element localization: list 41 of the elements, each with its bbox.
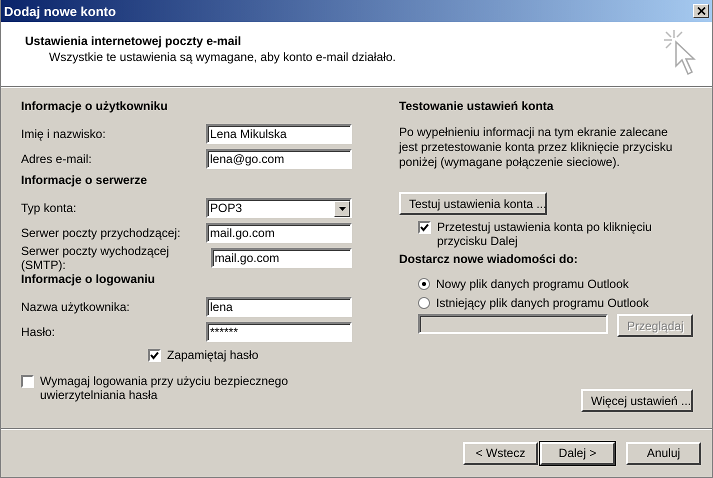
radio-label: Nowy plik danych programu Outlook	[436, 276, 629, 290]
checkbox[interactable]	[418, 221, 431, 234]
input-field[interactable]	[418, 314, 608, 334]
input-field[interactable]: lena@go.com	[206, 148, 352, 168]
wizard-button[interactable]: < Wstecz	[463, 442, 538, 464]
close-button[interactable]	[693, 4, 709, 18]
info-text: Po wypełnieniu informacji na tym ekranie zalecane jest przetestowanie konta przez kliknięcie przycisku poniżej (wymagane połączenie sieciowe).	[399, 125, 674, 170]
checkbox[interactable]	[21, 375, 34, 388]
section-heading: Testowanie ustawień konta	[399, 98, 554, 115]
page-subtitle: Wszystkie te ustawienia są wymagane, aby konto e-mail działało.	[49, 50, 396, 64]
input-field[interactable]: Lena Mikulska	[206, 124, 352, 144]
section-heading: Informacje o logowaniu	[21, 272, 156, 288]
input-field[interactable]: lena	[206, 296, 352, 316]
section-heading: Informacje o serwerze	[21, 172, 148, 189]
section-heading: Informacje o użytkowniku	[21, 98, 169, 115]
close-icon	[696, 7, 706, 15]
input-field[interactable]: mail.go.com	[210, 248, 352, 268]
radio-button[interactable]	[418, 296, 430, 308]
more-settings-button[interactable]: Więcej ustawień ...	[581, 389, 693, 412]
section-heading: Dostarcz nowe wiadomości do:	[399, 251, 579, 268]
wizard-button[interactable]: Anuluj	[626, 442, 701, 464]
field-label: Nazwa użytkownika:	[21, 300, 130, 314]
window-title: Dodaj nowe konto	[4, 4, 116, 18]
field-label: Serwer poczty przychodzącej:	[21, 226, 180, 240]
field-label: Typ konta:	[21, 200, 76, 214]
radio-label: Istniejący plik danych programu Outlook	[436, 296, 649, 310]
page-title: Ustawienia internetowej poczty e-mail	[25, 34, 242, 48]
radio-button[interactable]	[418, 278, 430, 290]
input-field[interactable]: ******	[206, 322, 352, 342]
account-type-dropdown[interactable]: POP3	[206, 198, 352, 218]
checkbox-label: Wymagaj logowania przy użyciu bezpiecznego uwierzytelniania hasła	[40, 374, 290, 402]
field-label: Adres e-mail:	[21, 152, 92, 166]
test-settings-button[interactable]: Testuj ustawienia konta ...	[399, 192, 547, 215]
checkbox[interactable]	[148, 349, 161, 362]
field-label: Hasło:	[21, 324, 56, 338]
wizard-button[interactable]: Dalej >	[540, 442, 615, 464]
checkbox-label: Zapamiętaj hasło	[167, 348, 258, 362]
checkbox-label: Przetestuj ustawienia konta po kliknięciu przycisku Dalej	[437, 220, 653, 248]
input-field[interactable]: mail.go.com	[206, 222, 352, 242]
field-label: Serwer poczty wychodzącej (SMTP):	[21, 244, 170, 272]
field-label: Imię i nazwisko:	[21, 126, 106, 140]
